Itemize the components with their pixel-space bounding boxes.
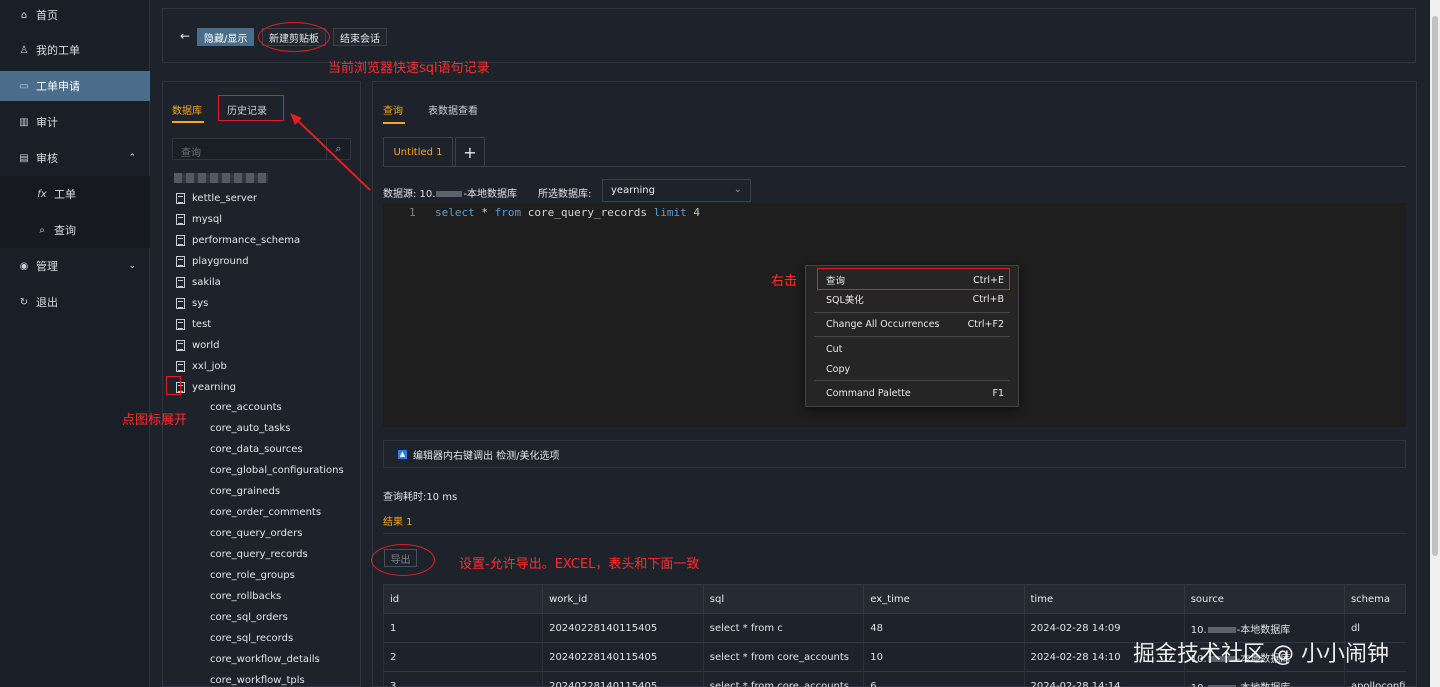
annotation-arrow [290,113,371,191]
